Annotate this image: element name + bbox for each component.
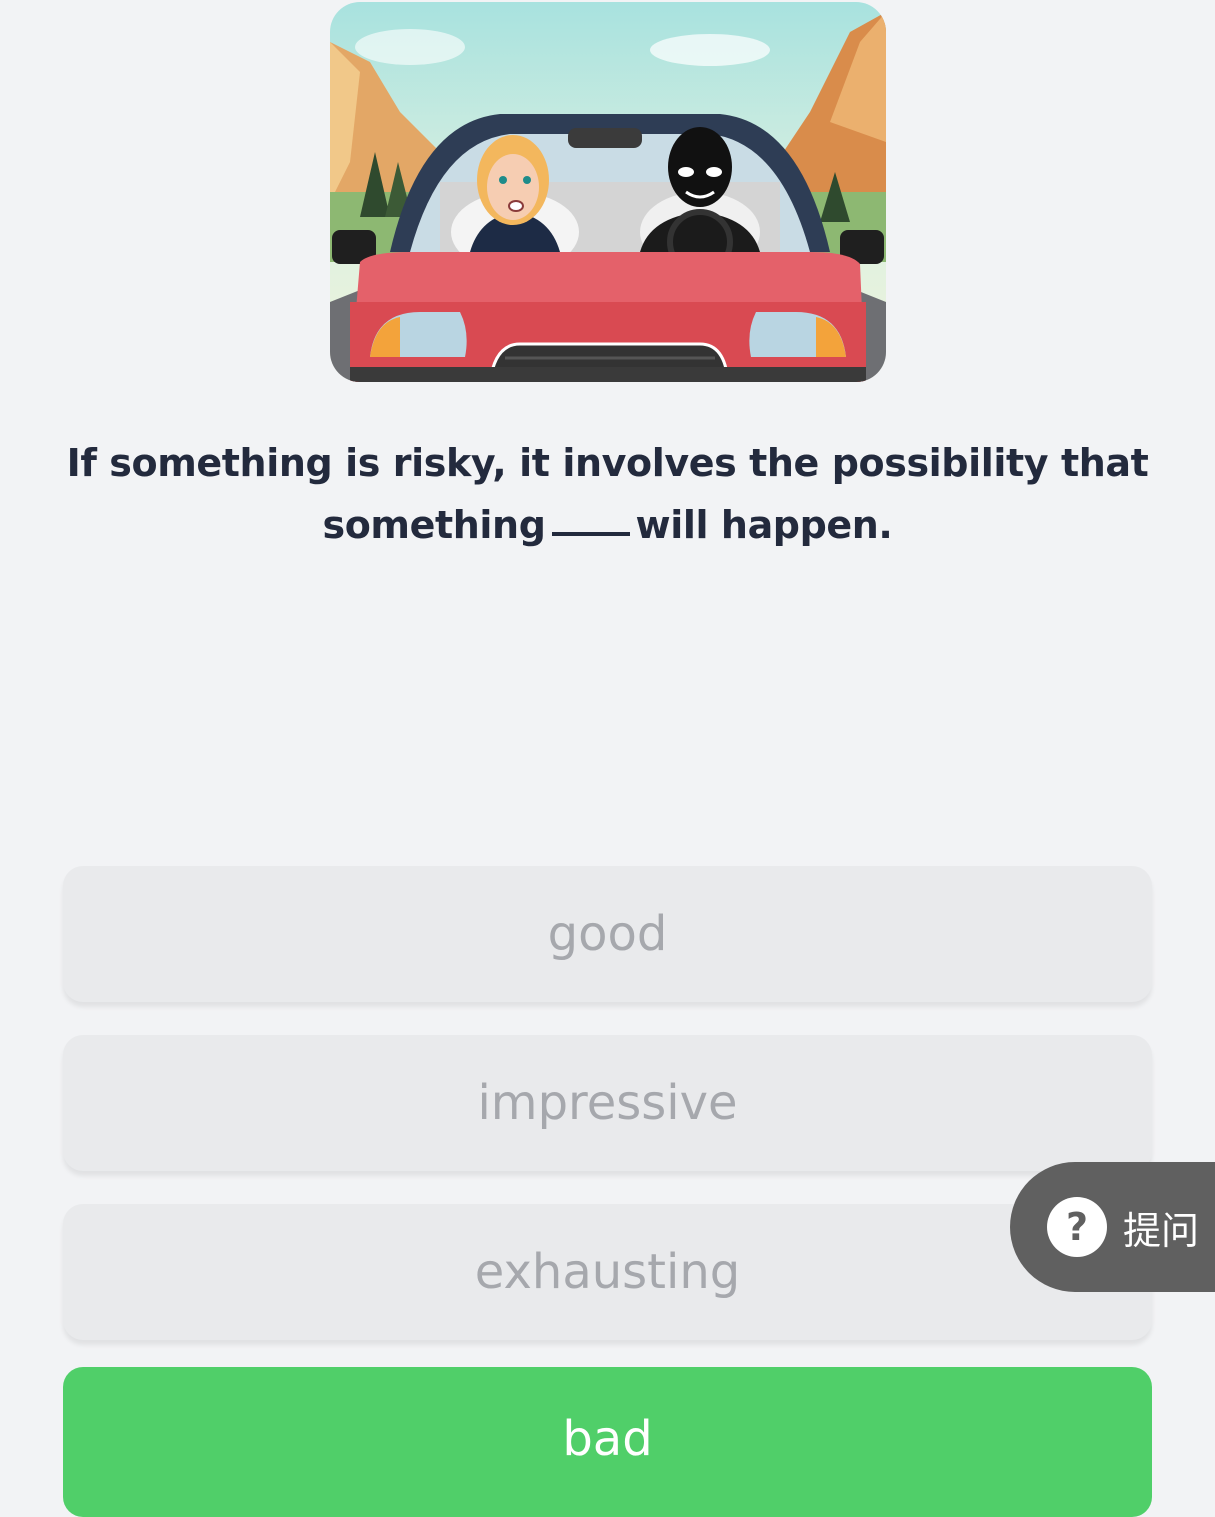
option-bad-button[interactable]: bad — [63, 1367, 1152, 1517]
question-text: If something is risky, it involves the p… — [60, 432, 1155, 556]
question-mark-icon: ? — [1047, 1197, 1107, 1257]
option-impressive-button[interactable]: impressive — [63, 1035, 1152, 1171]
option-exhausting-button[interactable]: exhausting — [63, 1204, 1152, 1340]
question-line-2-end: will happen. — [635, 503, 893, 547]
car-scene-illustration — [330, 2, 886, 382]
answer-blank — [551, 532, 630, 536]
option-label: bad — [562, 1411, 653, 1467]
option-label: exhausting — [474, 1244, 741, 1300]
option-label: good — [547, 906, 668, 962]
option-good-button[interactable]: good — [63, 866, 1152, 1002]
ask-question-label: 提问 — [1123, 1208, 1200, 1253]
ask-question-button[interactable]: ? 提问 — [1010, 1162, 1215, 1292]
question-line-2-start: something — [322, 503, 546, 547]
option-label: impressive — [477, 1075, 738, 1131]
question-line-1: If something is risky, it involves the p… — [66, 441, 1149, 485]
